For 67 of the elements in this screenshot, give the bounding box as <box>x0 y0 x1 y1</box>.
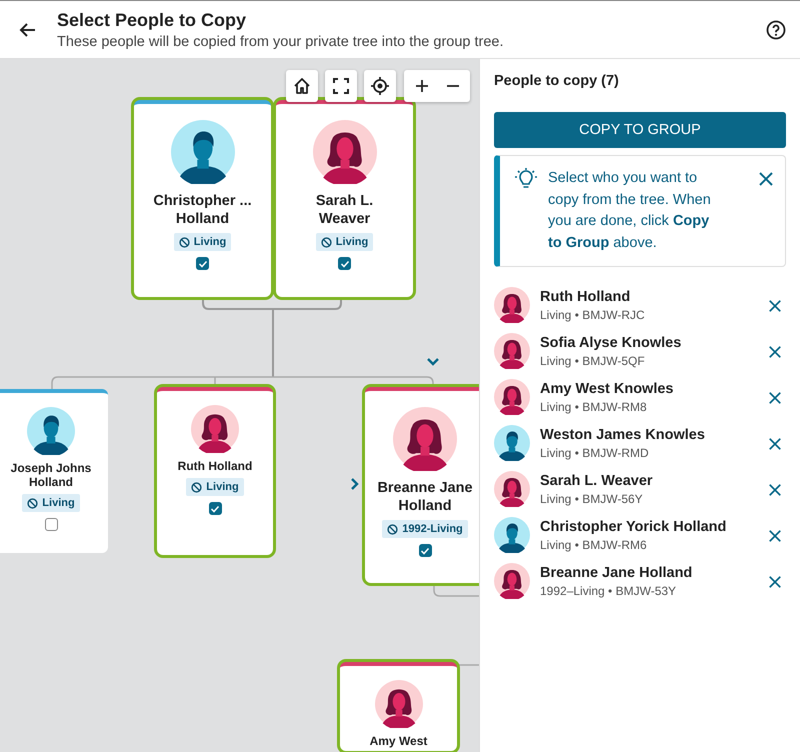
home-icon <box>292 76 312 96</box>
chevron-down-icon[interactable] <box>426 357 440 367</box>
hint-text: Select who you want to copy from the tree. When you are done, click Copy to Group above. <box>548 169 712 252</box>
avatar-icon <box>170 120 234 184</box>
person-name: Ruth Holland <box>178 459 252 473</box>
avatar-icon <box>494 425 530 461</box>
checkbox[interactable] <box>208 502 222 515</box>
person-details: Living • BMJW-5QF <box>540 354 646 368</box>
checkbox[interactable] <box>196 257 209 270</box>
person-name: Amy West <box>370 734 428 748</box>
person-card[interactable]: Sarah L. Weaver Living <box>276 100 413 297</box>
person-name: Sarah L. Weaver <box>540 472 654 490</box>
person-card[interactable]: Breanne Jane Holland 1992-Living <box>365 387 479 583</box>
person-card[interactable]: Christopher ... Holland Living <box>134 100 271 297</box>
avatar-icon <box>374 680 422 728</box>
panel-title: People to copy (7) <box>494 73 620 89</box>
avatar-icon <box>494 379 530 415</box>
living-badge: Living <box>186 478 244 496</box>
person-name: Christopher ... Holland <box>152 192 253 228</box>
avatar-icon <box>494 471 530 507</box>
person-card[interactable]: Joseph Johns Holland Living <box>0 389 108 553</box>
home-button[interactable] <box>286 70 318 102</box>
person-name: Sarah L. Weaver <box>314 192 374 228</box>
person-name: Ruth Holland <box>540 288 632 306</box>
person-details: Living • BMJW-RM6 <box>540 538 648 552</box>
person-name: Breanne Jane Holland <box>540 564 694 582</box>
checkbox[interactable] <box>44 518 58 531</box>
avatar-icon <box>494 287 530 323</box>
page-title: Select People to Copy <box>57 9 248 31</box>
person-details: Living • BMJW-RJC <box>540 308 646 322</box>
avatar-icon <box>393 407 457 471</box>
page-subtitle: These people will be copied from your private tree into the group tree. <box>57 34 505 50</box>
checkbox[interactable] <box>338 257 351 270</box>
plus-icon <box>414 78 430 94</box>
close-button[interactable] <box>757 170 775 188</box>
person-card[interactable]: Amy West <box>340 662 457 751</box>
help-icon[interactable] <box>764 18 788 42</box>
living-badge: Living <box>174 233 232 251</box>
person-name: Sofia Alyse Knowles <box>540 334 682 352</box>
chevron-right-icon[interactable] <box>350 477 360 491</box>
copy-to-group-button[interactable]: COPY TO GROUP <box>494 112 786 148</box>
avatar-icon <box>494 517 530 553</box>
person-name: Breanne Jane Holland <box>376 479 474 515</box>
fullscreen-button[interactable] <box>325 70 357 102</box>
avatar-icon <box>27 407 75 455</box>
fullscreen-icon <box>331 76 351 96</box>
living-badge: 1992-Living <box>382 520 468 538</box>
avatar-icon <box>494 563 530 599</box>
target-icon <box>370 76 390 96</box>
person-name: Joseph Johns Holland <box>10 461 92 489</box>
checkbox[interactable] <box>418 544 432 557</box>
person-name: Weston James Knowles <box>540 426 706 444</box>
person-name: Amy West Knowles <box>540 380 674 398</box>
avatar-icon <box>312 120 376 184</box>
person-details: Living • BMJW-56Y <box>540 492 644 506</box>
minus-icon <box>446 85 458 87</box>
connector-line <box>433 583 479 597</box>
person-card[interactable]: Ruth Holland Living <box>157 387 273 555</box>
person-details: 1992–Living • BMJW-53Y <box>540 584 678 598</box>
living-badge: Living <box>316 233 374 251</box>
locate-button[interactable] <box>364 70 396 102</box>
person-details: Living • BMJW-RMD <box>540 446 650 460</box>
living-badge: Living <box>22 494 80 512</box>
person-details: Living • BMJW-RM8 <box>540 400 648 414</box>
avatar-icon <box>191 405 239 453</box>
avatar-icon <box>494 333 530 369</box>
person-name: Christopher Yorick Holland <box>540 518 728 536</box>
